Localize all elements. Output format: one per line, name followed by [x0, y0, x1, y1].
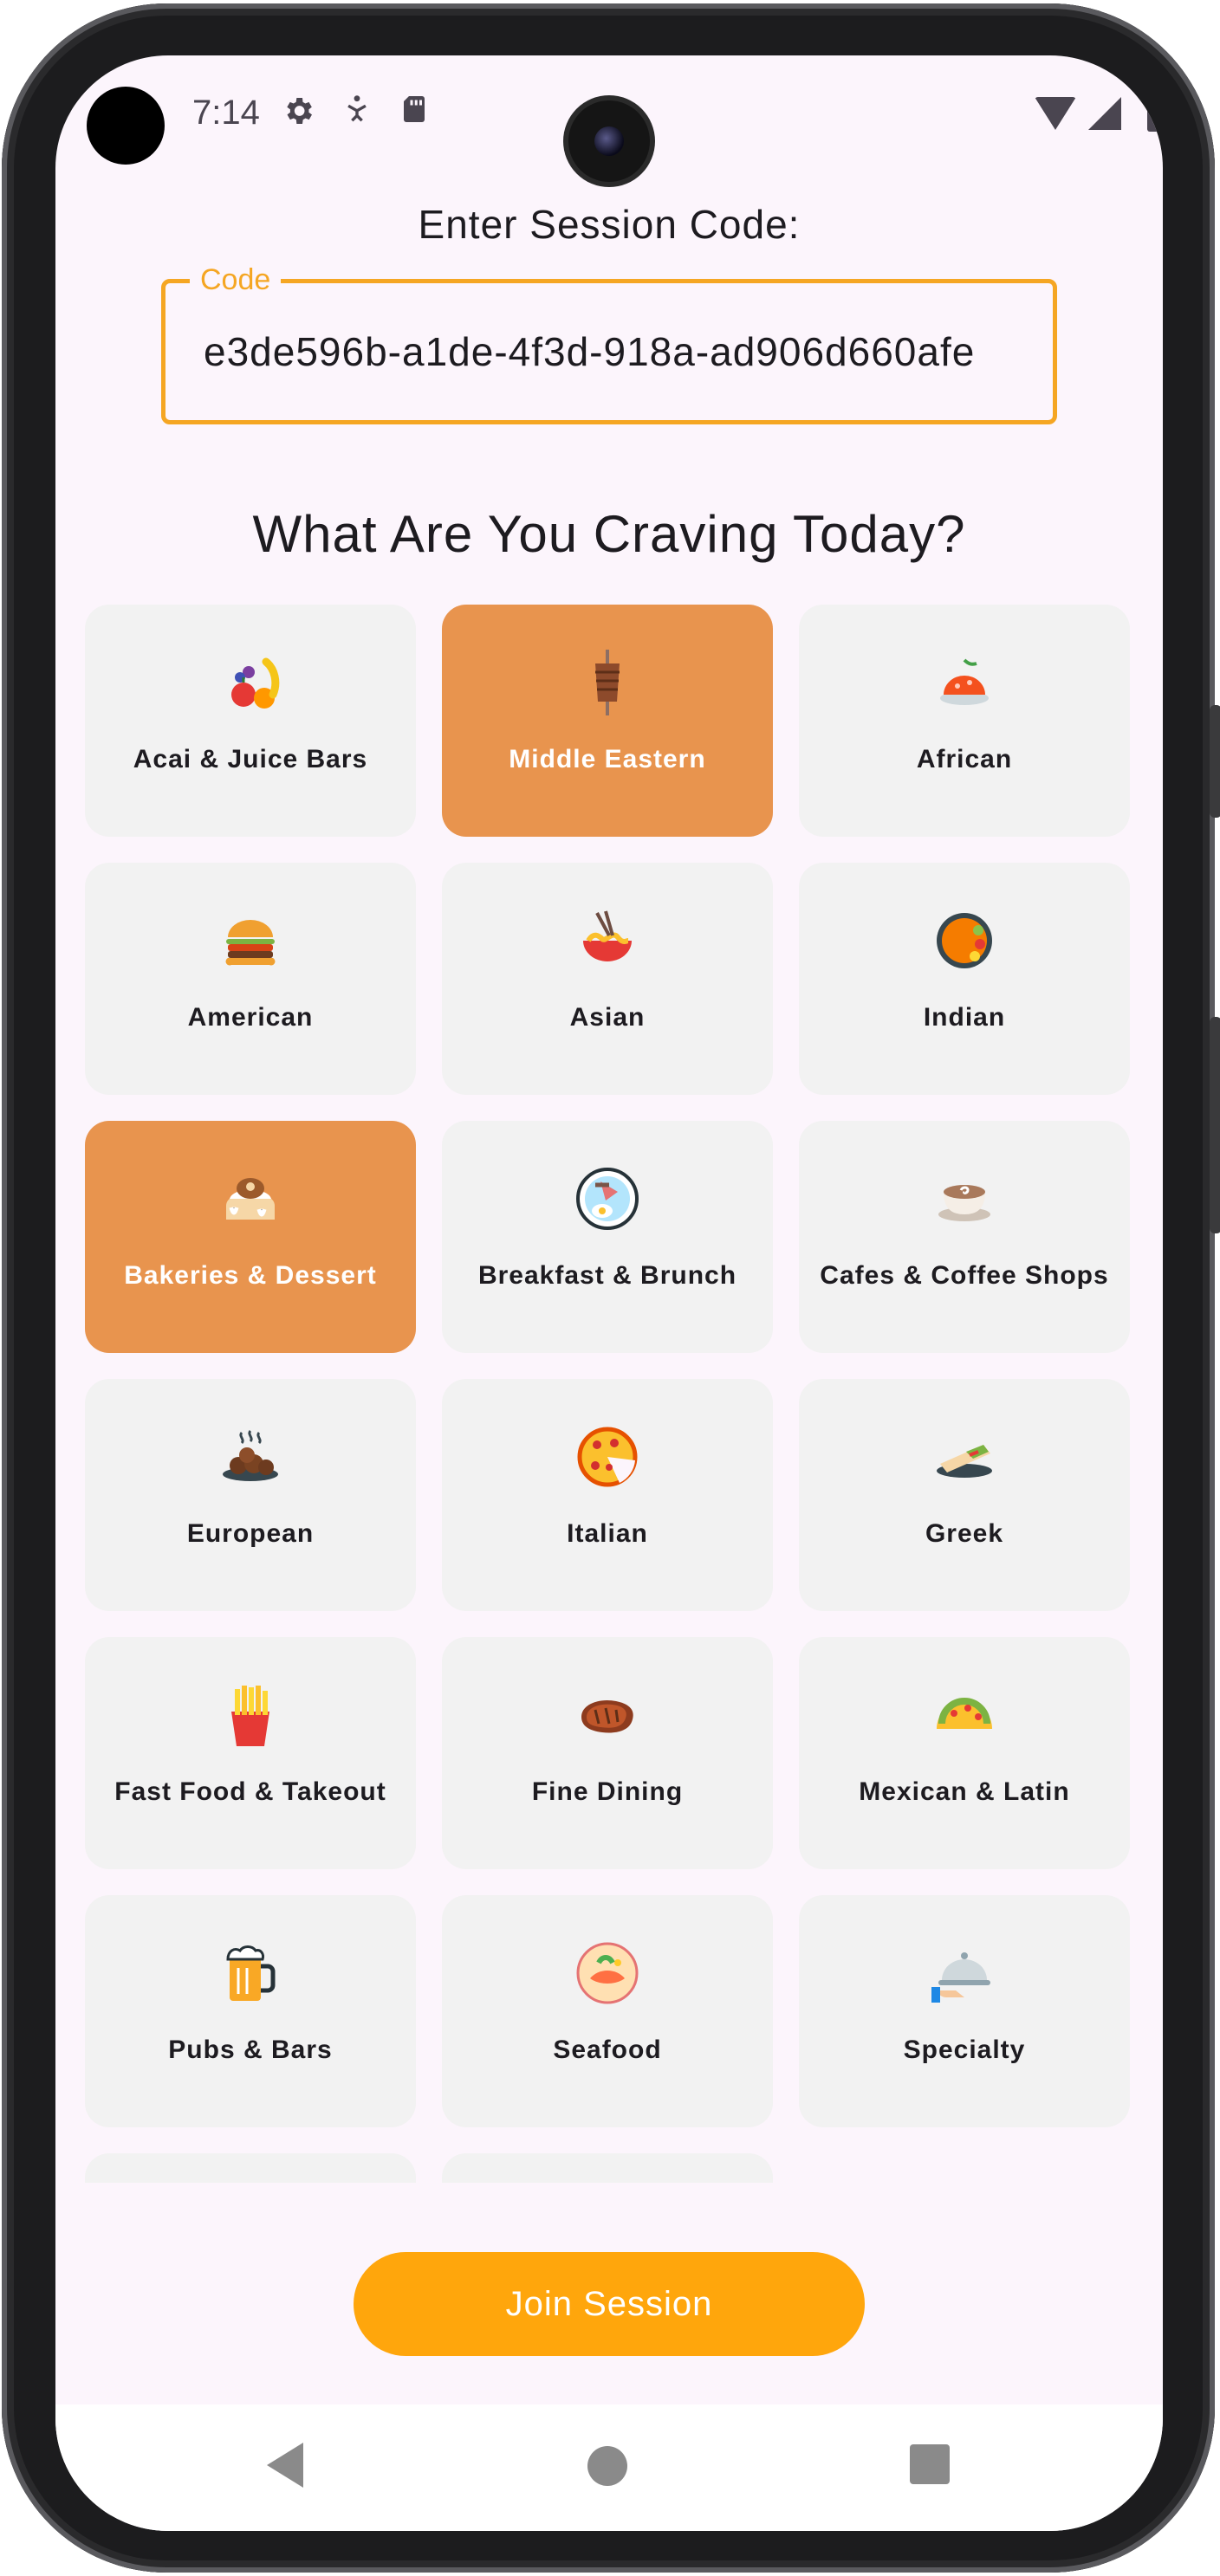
category-tile[interactable]: Breakfast & Brunch — [442, 1121, 773, 1353]
category-label: African — [916, 745, 1013, 773]
seafood-plate-icon — [571, 1937, 644, 2010]
category-tile[interactable]: Asian — [442, 863, 773, 1095]
power-button — [1210, 705, 1220, 818]
indian-plate-icon — [928, 904, 1001, 977]
category-label: Asian — [569, 1003, 646, 1032]
category-label: Italian — [567, 1519, 648, 1548]
burger-icon — [214, 904, 287, 977]
app-screen: 7:14 Enter Session Code: Code e3de596b-a… — [55, 55, 1163, 2531]
wifi-icon — [1035, 97, 1076, 130]
volume-button — [1210, 1017, 1220, 1233]
category-label: Bakeries & Dessert — [124, 1261, 377, 1290]
gyro-wrap-icon — [928, 1421, 1001, 1493]
pizza-icon — [571, 1421, 644, 1493]
category-label: Specialty — [903, 2036, 1026, 2064]
coffee-cup-icon — [928, 1162, 1001, 1235]
taco-icon — [928, 1679, 1001, 1751]
category-tile[interactable]: Middle Eastern — [442, 605, 773, 837]
camera-cutout-icon — [87, 87, 165, 165]
category-label: Seafood — [553, 2036, 662, 2064]
breakfast-plate-icon — [571, 1162, 644, 1235]
craving-title: What Are You Craving Today? — [252, 505, 966, 563]
cinnamon-roll-icon — [214, 1162, 287, 1235]
category-tile[interactable]: Fine Dining — [442, 1637, 773, 1869]
category-tile[interactable]: American — [85, 863, 416, 1095]
steak-icon — [571, 1679, 644, 1751]
session-code-label: Enter Session Code: — [418, 202, 801, 247]
meatballs-icon — [214, 1421, 287, 1493]
category-label: Pubs & Bars — [168, 2036, 333, 2064]
fries-icon — [214, 1679, 287, 1751]
category-tile[interactable]: European — [85, 1379, 416, 1611]
noodle-bowl-icon — [571, 904, 644, 977]
category-label: Acai & Juice Bars — [133, 745, 368, 773]
category-label: Mexican & Latin — [859, 1777, 1070, 1806]
session-code-input[interactable]: e3de596b-a1de-4f3d-918a-ad906d660afe — [204, 283, 975, 420]
home-icon[interactable] — [587, 2446, 627, 2486]
back-icon[interactable] — [267, 2443, 303, 2488]
category-label: European — [186, 1519, 315, 1548]
category-tile[interactable]: Bakeries & Dessert — [85, 1121, 416, 1353]
status-bar: 7:14 — [55, 55, 1163, 185]
category-tile[interactable]: Cafes & Coffee Shops — [799, 1121, 1130, 1353]
settings-gear-icon — [279, 94, 317, 132]
category-tile[interactable]: Greek — [799, 1379, 1130, 1611]
category-label: Greek — [925, 1519, 1004, 1548]
system-nav-bar — [55, 2404, 1163, 2531]
category-tile[interactable]: Italian — [442, 1379, 773, 1611]
category-label: American — [187, 1003, 314, 1032]
category-tile[interactable]: Mexican & Latin — [799, 1637, 1130, 1869]
beer-mug-icon — [214, 1937, 287, 2010]
category-grid-scroll[interactable]: Acai & Juice Bars Middle Eastern African Am… — [85, 605, 1133, 2183]
category-label: Breakfast & Brunch — [477, 1261, 737, 1290]
category-tile-partial[interactable] — [85, 2153, 416, 2183]
category-label: Middle Eastern — [509, 745, 706, 773]
join-session-button[interactable]: Join Session — [354, 2252, 865, 2356]
category-tile[interactable]: Fast Food & Takeout — [85, 1637, 416, 1869]
session-code-field[interactable]: Code e3de596b-a1de-4f3d-918a-ad906d660af… — [161, 261, 1057, 424]
category-label: Fine Dining — [531, 1777, 684, 1806]
category-tile[interactable]: Specialty — [799, 1895, 1130, 2127]
status-time: 7:14 — [192, 94, 260, 132]
category-label: Indian — [923, 1003, 1006, 1032]
sd-card-icon — [395, 94, 433, 132]
category-label: Fast Food & Takeout — [114, 1777, 386, 1806]
category-tile[interactable]: Seafood — [442, 1895, 773, 2127]
african-dish-icon — [928, 646, 1001, 719]
recents-icon[interactable] — [910, 2444, 950, 2484]
category-tile[interactable]: Pubs & Bars — [85, 1895, 416, 2127]
cloche-icon — [928, 1937, 1001, 2010]
category-label: Cafes & Coffee Shops — [820, 1261, 1109, 1290]
accessibility-icon — [338, 94, 376, 132]
battery-icon — [1147, 95, 1163, 132]
category-tile[interactable]: Indian — [799, 863, 1130, 1095]
signal-icon — [1088, 97, 1121, 130]
category-grid: Acai & Juice Bars Middle Eastern African Am… — [85, 605, 1133, 2183]
front-camera-icon — [568, 100, 650, 182]
phone-frame: 7:14 Enter Session Code: Code e3de596b-a… — [2, 3, 1220, 2573]
category-tile[interactable]: Acai & Juice Bars — [85, 605, 416, 837]
kebab-icon — [571, 646, 644, 719]
category-tile[interactable]: African — [799, 605, 1130, 837]
fruit-icon — [214, 646, 287, 719]
category-tile-partial[interactable] — [442, 2153, 773, 2183]
